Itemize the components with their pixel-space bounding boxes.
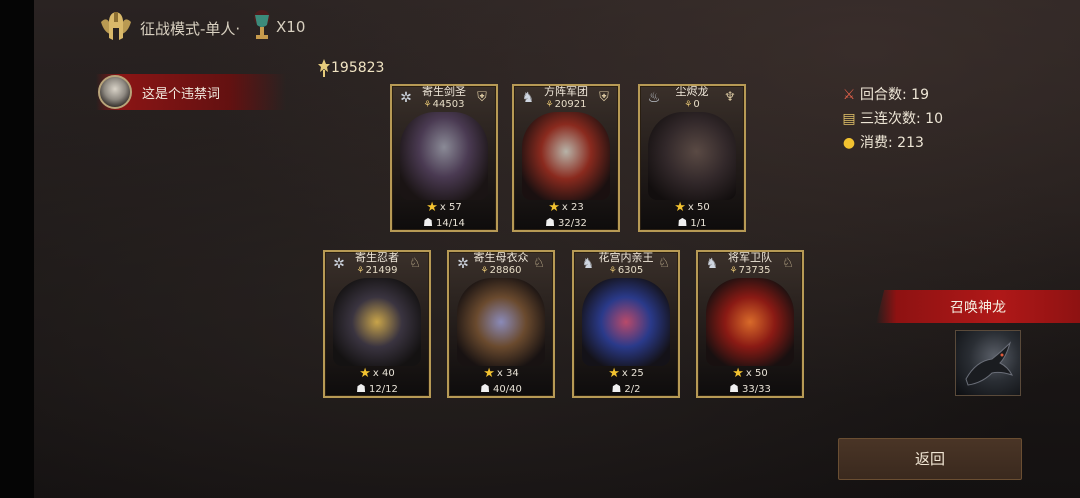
summon-dragon-banner[interactable]: 召唤神龙: [876, 290, 1080, 323]
unit-name: 寄生剑圣: [422, 85, 466, 98]
unit-troop-count: 33/33: [742, 384, 771, 395]
trophy-count: X10: [276, 18, 306, 36]
mode-title: 征战模式-单人·: [140, 20, 241, 38]
scroll-icon: ▤: [842, 111, 856, 127]
unit-power: 0: [640, 99, 744, 110]
unit-star-count: x 57: [439, 202, 462, 213]
unit-power: 28860: [449, 265, 553, 276]
star-icon: ★: [483, 366, 495, 381]
helmet-icon: ☗: [611, 382, 622, 395]
star-icon: ★: [548, 200, 560, 215]
spartan-helmet-emblem-icon: [101, 12, 131, 40]
star-icon: ★: [359, 366, 371, 381]
unit-power: 44503: [392, 99, 496, 110]
unit-stars: ★ x 25: [574, 366, 678, 381]
unit-name: 尘烬龙: [675, 85, 709, 98]
unit-troops: ☗ 1/1: [640, 216, 744, 229]
unit-art: [333, 278, 421, 366]
left-edge-bar: [0, 0, 34, 498]
power-icon: [318, 59, 330, 77]
unit-troop-count: 40/40: [493, 384, 522, 395]
unit-power: 20921: [514, 99, 618, 110]
unit-card-5[interactable]: ♞ ♘ 花宫内亲王 6305 ★x 25 ☗2/2: [572, 250, 680, 398]
unit-name: 花宫内亲王: [598, 251, 654, 264]
star-icon: ★: [426, 200, 438, 215]
dragon-icon: [965, 341, 1013, 386]
unit-star-count: x 50: [687, 202, 710, 213]
unit-card-1[interactable]: ♞ ⛨ 方阵军团 20921 ★x 23 ☗32/32: [512, 84, 620, 232]
helmet-icon: ☗: [545, 216, 556, 229]
unit-art: [457, 278, 545, 366]
unit-power: 73735: [698, 265, 802, 276]
unit-stars: ★ x 57: [392, 200, 496, 215]
helmet-icon: ☗: [729, 382, 740, 395]
unit-troops: ☗ 32/32: [514, 216, 618, 229]
unit-stars: ★ x 23: [514, 200, 618, 215]
unit-troop-count: 12/12: [369, 384, 398, 395]
stat-rounds: ⚔ 回合数: 19: [840, 84, 929, 104]
stat-consumption-text: 消费: 213: [860, 135, 924, 151]
unit-art: [522, 112, 610, 200]
unit-star-count: x 50: [745, 368, 768, 379]
unit-star-count: x 40: [372, 368, 395, 379]
dragon-thumbnail[interactable]: [955, 330, 1021, 396]
unit-star-count: x 34: [496, 368, 519, 379]
stat-triple-combo-text: 三连次数: 10: [860, 111, 943, 127]
helmet-icon: ☗: [480, 382, 491, 395]
player-avatar[interactable]: [98, 75, 132, 109]
unit-art: [400, 112, 488, 200]
unit-stars: ★ x 50: [698, 366, 802, 381]
helmet-icon: ☗: [356, 382, 367, 395]
star-icon: ★: [732, 366, 744, 381]
unit-stars: ★ x 40: [325, 366, 429, 381]
unit-stars: ★ x 50: [640, 200, 744, 215]
unit-troop-count: 2/2: [624, 384, 641, 395]
unit-star-count: x 23: [561, 202, 584, 213]
unit-name: 将军卫队: [728, 251, 772, 264]
trophy-icon: [254, 10, 270, 39]
unit-troops: ☗ 2/2: [574, 382, 678, 395]
stat-triple-combo: ▤ 三连次数: 10: [840, 108, 943, 128]
unit-name: 寄生母衣众: [473, 251, 529, 264]
unit-stars: ★ x 34: [449, 366, 553, 381]
unit-troop-count: 1/1: [690, 218, 707, 229]
unit-troop-count: 32/32: [558, 218, 587, 229]
unit-card-0[interactable]: ✲ ⛨ 寄生剑圣 44503 ★x 57 ☗14/14: [390, 84, 498, 232]
unit-art: [582, 278, 670, 366]
back-button[interactable]: 返回: [838, 438, 1022, 480]
coin-icon: ●: [842, 135, 856, 151]
star-icon: ★: [674, 200, 686, 215]
unit-troop-count: 14/14: [436, 218, 465, 229]
game-screen: 征战模式-单人· X10 这是个违禁词 195823 ✲ ⛨ 寄生剑圣 4450…: [0, 0, 1080, 498]
unit-troops: ☗ 40/40: [449, 382, 553, 395]
summon-dragon-label: 召唤神龙: [950, 300, 1006, 316]
unit-name: 寄生忍者: [355, 251, 399, 264]
helmet-icon: ☗: [677, 216, 688, 229]
unit-power: 6305: [574, 265, 678, 276]
unit-art: [648, 112, 736, 200]
unit-troops: ☗ 33/33: [698, 382, 802, 395]
unit-troops: ☗ 12/12: [325, 382, 429, 395]
unit-card-4[interactable]: ✲ ♘ 寄生母衣众 28860 ★x 34 ☗40/40: [447, 250, 555, 398]
unit-name: 方阵军团: [544, 85, 588, 98]
unit-power: 21499: [325, 265, 429, 276]
unit-card-3[interactable]: ✲ ♘ 寄生忍者 21499 ★x 40 ☗12/12: [323, 250, 431, 398]
total-power: 195823: [331, 60, 385, 76]
unit-star-count: x 25: [621, 368, 644, 379]
unit-art: [706, 278, 794, 366]
stat-consumption: ● 消费: 213: [840, 132, 924, 152]
stat-rounds-text: 回合数: 19: [860, 87, 929, 103]
helmet-icon: ☗: [423, 216, 434, 229]
star-icon: ★: [608, 366, 620, 381]
player-name: 这是个违禁词: [142, 87, 221, 102]
unit-card-2[interactable]: ♨ ♆ 尘烬龙 0 ★x 50 ☗1/1: [638, 84, 746, 232]
crossed-swords-icon: ⚔: [842, 87, 856, 103]
player-row[interactable]: 这是个违禁词: [96, 74, 286, 110]
unit-card-6[interactable]: ♞ ♘ 将军卫队 73735 ★x 50 ☗33/33: [696, 250, 804, 398]
unit-troops: ☗ 14/14: [392, 216, 496, 229]
